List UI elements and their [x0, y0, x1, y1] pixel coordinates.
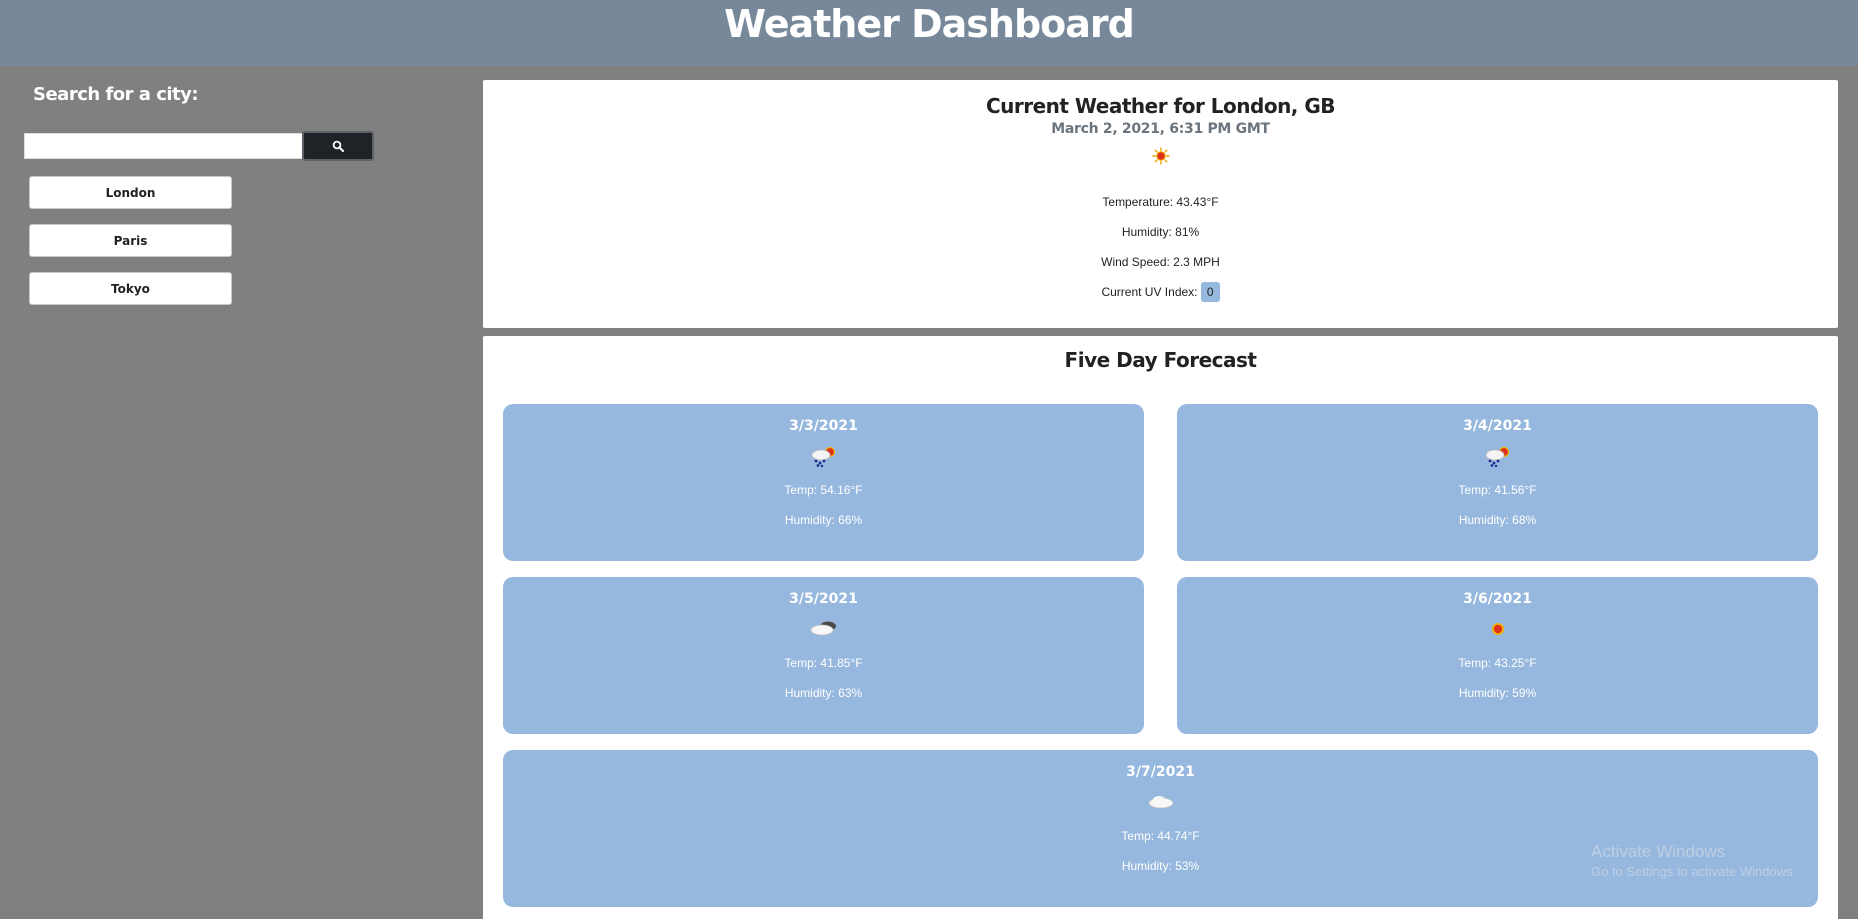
header: Weather Dashboard: [0, 0, 1858, 66]
current-weather-stats: Temperature: 43.43°F Humidity: 81% Wind …: [483, 192, 1838, 312]
sun-icon: [1491, 623, 1504, 635]
forecast-temp: Temp: 54.16°F: [784, 483, 863, 497]
forecast-temp: Temp: 41.85°F: [784, 656, 863, 670]
city-button-london[interactable]: London: [29, 176, 232, 209]
watermark-title: Activate Windows: [1591, 842, 1726, 861]
forecast-day-card: 3/4/2021 Temp: 41.56°F Humidity: 68%: [1177, 404, 1818, 561]
forecast-date: 3/7/2021: [1126, 764, 1195, 780]
broken-clouds-icon: [810, 621, 836, 636]
search-icon: [332, 140, 344, 152]
forecast-date: 3/3/2021: [789, 418, 858, 434]
sidebar: Search for a city: London Paris Tokyo: [0, 66, 470, 919]
current-humidity: Humidity: 81%: [1121, 225, 1200, 239]
forecast-date: 3/4/2021: [1463, 418, 1532, 434]
activate-windows-watermark: Activate Windows Go to Settings to activ…: [1591, 841, 1796, 881]
cloud-icon: [1148, 796, 1173, 809]
forecast-day-card: 3/3/2021 Temp: 54.16°F Humidity: 66%: [503, 404, 1144, 561]
forecast-temp: Temp: 43.25°F: [1458, 656, 1537, 670]
search-button[interactable]: [302, 131, 374, 161]
forecast-humidity: Humidity: 63%: [784, 686, 863, 700]
current-wind-speed: Wind Speed: 2.3 MPH: [1101, 255, 1220, 269]
current-weather-title: Current Weather for London, GB: [985, 94, 1336, 118]
forecast-day-card: 3/6/2021 Temp: 43.25°F Humidity: 59%: [1177, 577, 1818, 734]
current-uv-index: Current UV Index: 0: [483, 282, 1838, 312]
page: Weather Dashboard Search for a city: Lon…: [0, 0, 1858, 919]
uv-index-badge: 0: [1200, 282, 1220, 302]
forecast-title: Five Day Forecast: [1064, 348, 1257, 372]
current-temperature: Temperature: 43.43°F: [1102, 195, 1219, 209]
watermark-subtitle: Go to Settings to activate Windows.: [1591, 864, 1797, 879]
saved-city-list: London Paris Tokyo: [29, 176, 232, 320]
forecast-date: 3/6/2021: [1463, 591, 1532, 607]
city-button-paris[interactable]: Paris: [29, 224, 232, 257]
app-title: Weather Dashboard: [724, 2, 1135, 46]
forecast-card: Five Day Forecast 3/3/2021 Temp: 54.16°F…: [483, 336, 1838, 919]
sun-icon: [1151, 147, 1170, 165]
forecast-date: 3/5/2021: [789, 591, 858, 607]
forecast-day-card: 3/5/2021 Temp: 41.85°F Humidity: 63%: [503, 577, 1144, 734]
current-weather-card: Current Weather for London, GB March 2, …: [483, 80, 1838, 328]
forecast-humidity: Humidity: 66%: [784, 513, 863, 527]
rain-sun-icon: [811, 446, 835, 468]
forecast-humidity: Humidity: 59%: [1458, 686, 1537, 700]
current-weather-datetime: March 2, 2021, 6:31 PM GMT: [1051, 121, 1270, 137]
forecast-temp: Temp: 41.56°F: [1458, 483, 1537, 497]
forecast-humidity: Humidity: 68%: [1458, 513, 1537, 527]
rain-sun-icon: [1485, 446, 1509, 468]
search-heading: Search for a city:: [33, 84, 199, 105]
city-search-input[interactable]: [24, 133, 308, 159]
uv-index-label: Current UV Index:: [1101, 285, 1198, 299]
city-button-tokyo[interactable]: Tokyo: [29, 272, 232, 305]
forecast-day-card: 3/7/2021 Temp: 44.74°F Humidity: 53%: [503, 750, 1818, 907]
